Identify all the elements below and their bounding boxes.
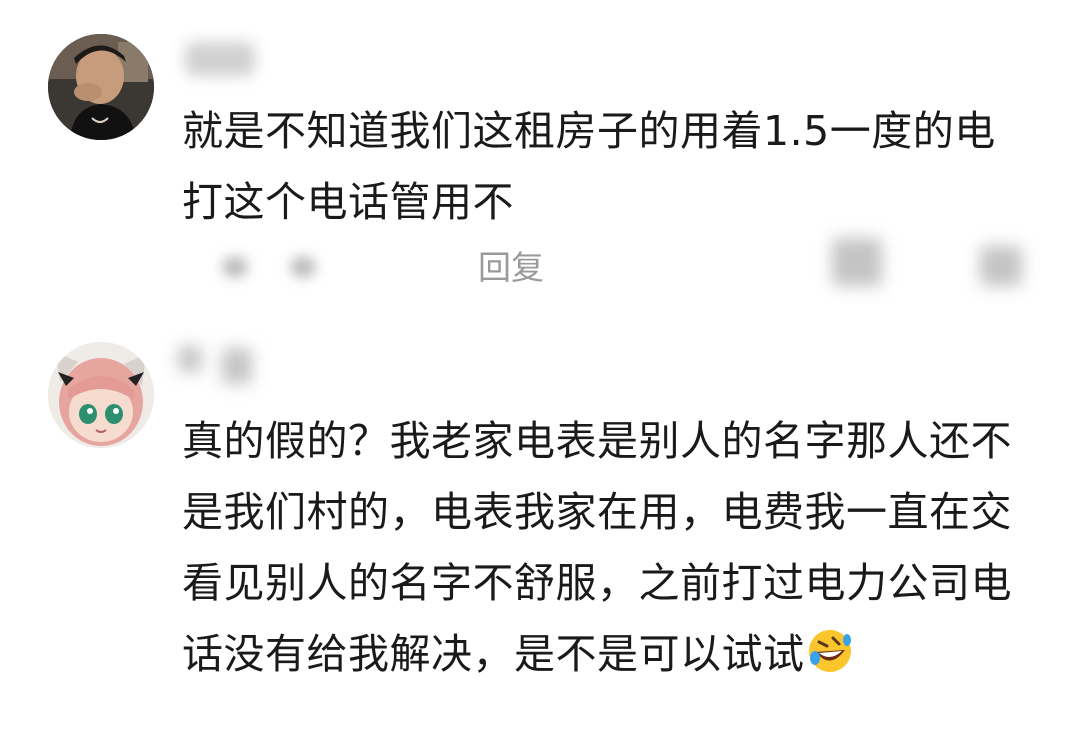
comment-text: 真的假的？我老家电表是别人的名字那人还不是我们村的，电表我家在用，电费我一直在交… — [182, 406, 1012, 690]
user-avatar[interactable] — [48, 34, 154, 140]
anime-girl-avatar-icon — [48, 342, 154, 448]
user-photo-avatar-icon — [48, 34, 154, 140]
username-blurred[interactable] — [222, 348, 252, 384]
comment-text: 就是不知道我们这租房子的用着1.5一度的电打这个电话管用不 — [182, 107, 996, 226]
comment-item: 就是不知道我们这租房子的用着1.5一度的电打这个电话管用不 回复 — [0, 0, 1080, 320]
username-blurred[interactable] — [185, 42, 255, 76]
location-blurred — [290, 256, 316, 278]
timestamp-blurred — [222, 256, 248, 278]
username-blurred[interactable] — [178, 346, 202, 372]
comment-text-body: 真的假的？我老家电表是别人的名字那人还不是我们村的，电表我家在用，电费我一直在交… — [182, 417, 1012, 678]
rolling-on-floor-laughing-emoji-icon — [807, 625, 853, 672]
like-icon-blurred[interactable] — [832, 238, 882, 286]
comment-item: 真的假的？我老家电表是别人的名字那人还不是我们村的，电表我家在用，电费我一直在交… — [0, 320, 1080, 749]
user-avatar[interactable] — [48, 342, 154, 448]
reply-button[interactable]: 回复 — [478, 248, 544, 288]
dislike-icon-blurred[interactable] — [980, 246, 1022, 286]
